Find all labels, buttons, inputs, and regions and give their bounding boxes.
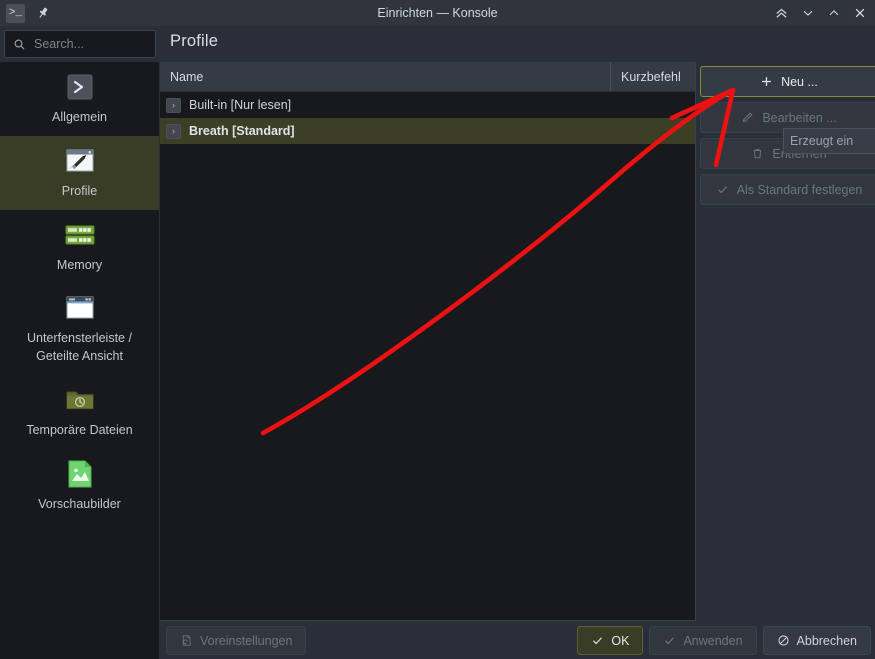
maximize-button[interactable] — [826, 5, 841, 21]
defaults-button[interactable]: Voreinstellungen — [166, 626, 307, 655]
sidebar-item-label: Allgemein — [52, 110, 107, 124]
tooltip-text: Erzeugt ein — [790, 134, 854, 148]
column-header-name[interactable]: Name — [160, 62, 611, 91]
new-profile-button[interactable]: Neu ... — [700, 66, 875, 97]
keep-above-button[interactable] — [774, 5, 789, 21]
search-placeholder: Search... — [34, 37, 85, 51]
sidebar-item-label: Profile — [61, 183, 98, 198]
set-default-profile-label: Als Standard festlegen — [736, 182, 863, 197]
sidebar-item-allgemein[interactable]: Allgemein — [0, 62, 159, 136]
document-revert-icon — [180, 634, 193, 647]
titlebar-left-icons: >_ — [0, 3, 52, 23]
folder-clock-icon — [63, 383, 97, 417]
plus-icon — [760, 75, 773, 88]
configure-konsole-dialog: >_ Einrichten — Konsole Search... Profil… — [0, 0, 875, 659]
tooltip: Erzeugt ein — [783, 128, 875, 154]
profile-list-header: Name Kurzbefehl — [160, 62, 695, 92]
profile-name: Breath [Standard] — [189, 124, 295, 138]
column-header-shortcut[interactable]: Kurzbefehl — [611, 62, 695, 91]
sidebar-item-label: Unterfensterleiste / Geteilte Ansicht — [27, 331, 132, 363]
settings-sidebar: Allgemein Profile Memory Unterfensterlei… — [0, 62, 159, 659]
page-title: Profile — [170, 32, 219, 50]
sidebar-item-temp-files[interactable]: Temporäre Dateien — [0, 375, 159, 449]
table-row[interactable]: › Built-in [Nur lesen] — [160, 92, 695, 118]
cancel-button[interactable]: Abbrechen — [762, 626, 871, 655]
trash-icon — [751, 147, 764, 160]
split-window-icon — [63, 291, 97, 325]
defaults-label: Voreinstellungen — [200, 633, 293, 648]
edit-profile-label: Bearbeiten ... — [762, 110, 837, 125]
dialog-header: Search... Profile — [0, 26, 875, 62]
chevron-right-icon[interactable]: › — [166, 97, 181, 113]
sidebar-item-label: Vorschaubilder — [38, 496, 121, 511]
minimize-button[interactable] — [800, 5, 815, 21]
sidebar-item-split-view[interactable]: Unterfensterleiste / Geteilte Ansicht — [0, 283, 159, 375]
window-title: Einrichten — Konsole — [377, 6, 498, 20]
dialog-footer: Voreinstellungen OK Anwenden Abbrechen — [160, 622, 875, 659]
search-icon — [13, 38, 26, 51]
window-titlebar[interactable]: >_ Einrichten — Konsole — [0, 0, 875, 26]
new-profile-label: Neu ... — [781, 74, 818, 89]
pencil-icon — [741, 111, 754, 124]
window-controls — [774, 5, 875, 21]
memory-module-icon — [63, 218, 97, 252]
profile-name: Built-in [Nur lesen] — [189, 98, 292, 112]
close-button[interactable] — [852, 5, 867, 21]
ok-button[interactable]: OK — [577, 626, 644, 655]
apply-button[interactable]: Anwenden — [649, 626, 757, 655]
sidebar-item-label: Temporäre Dateien — [26, 422, 133, 437]
check-icon — [591, 634, 604, 647]
konsole-icon[interactable]: >_ — [6, 3, 25, 23]
pencil-window-icon — [63, 144, 97, 178]
check-icon — [716, 183, 729, 196]
pin-icon[interactable] — [33, 4, 52, 23]
table-row[interactable]: › Breath [Standard] — [160, 118, 695, 144]
chevron-right-icon[interactable]: › — [166, 123, 181, 139]
image-preview-icon — [63, 457, 97, 491]
sidebar-item-label: Memory — [56, 257, 103, 272]
sidebar-item-thumbnails[interactable]: Vorschaubilder — [0, 449, 159, 523]
terminal-prompt-icon — [63, 70, 97, 104]
set-default-profile-button[interactable]: Als Standard festlegen — [700, 174, 875, 205]
sidebar-item-memory[interactable]: Memory — [0, 210, 159, 284]
profile-list: Name Kurzbefehl › Built-in [Nur lesen] ›… — [160, 62, 696, 621]
search-input[interactable]: Search... — [4, 30, 156, 58]
cancel-icon — [777, 634, 790, 647]
check-icon — [663, 634, 676, 647]
ok-label: OK — [611, 633, 630, 648]
cancel-label: Abbrechen — [796, 633, 857, 648]
apply-label: Anwenden — [683, 633, 743, 648]
sidebar-item-profile[interactable]: Profile — [0, 135, 159, 210]
